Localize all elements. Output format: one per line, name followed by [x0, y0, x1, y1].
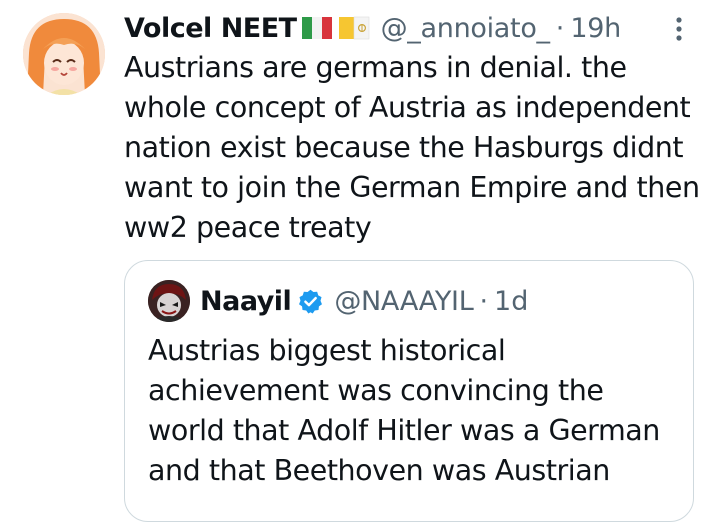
verified-badge-icon: [297, 288, 324, 315]
handle[interactable]: @_annoiato_: [381, 13, 550, 44]
quoted-text: Austrias biggest historical achievement …: [148, 334, 660, 487]
avatar[interactable]: [23, 13, 105, 95]
tweet-text: Austrians are germans in denial. the who…: [124, 51, 700, 244]
italy-flag-icon: [300, 15, 334, 41]
quoted-avatar[interactable]: [148, 280, 190, 322]
quoted-timestamp[interactable]: 1d: [494, 286, 528, 317]
quoted-separator-dot: ·: [479, 285, 489, 317]
quoted-handle[interactable]: @NAAAYIL: [334, 286, 473, 317]
timestamp[interactable]: 19h: [570, 13, 621, 44]
quoted-display-name[interactable]: Naayil: [200, 286, 292, 317]
quoted-tweet[interactable]: Naayil @NAAAYIL · 1d Austrias biggest hi…: [124, 260, 694, 522]
more-vertical-icon[interactable]: [672, 14, 686, 44]
quoted-header: Naayil @NAAAYIL · 1d: [200, 281, 528, 321]
tweet[interactable]: Volcel NEET @_annoiato_ · 19h Austrians …: [0, 0, 719, 522]
tweet-header: Volcel NEET @_annoiato_ · 19h: [124, 8, 621, 48]
vatican-flag-icon: [337, 15, 371, 41]
display-name[interactable]: Volcel NEET: [124, 13, 297, 44]
separator-dot: ·: [555, 12, 565, 44]
